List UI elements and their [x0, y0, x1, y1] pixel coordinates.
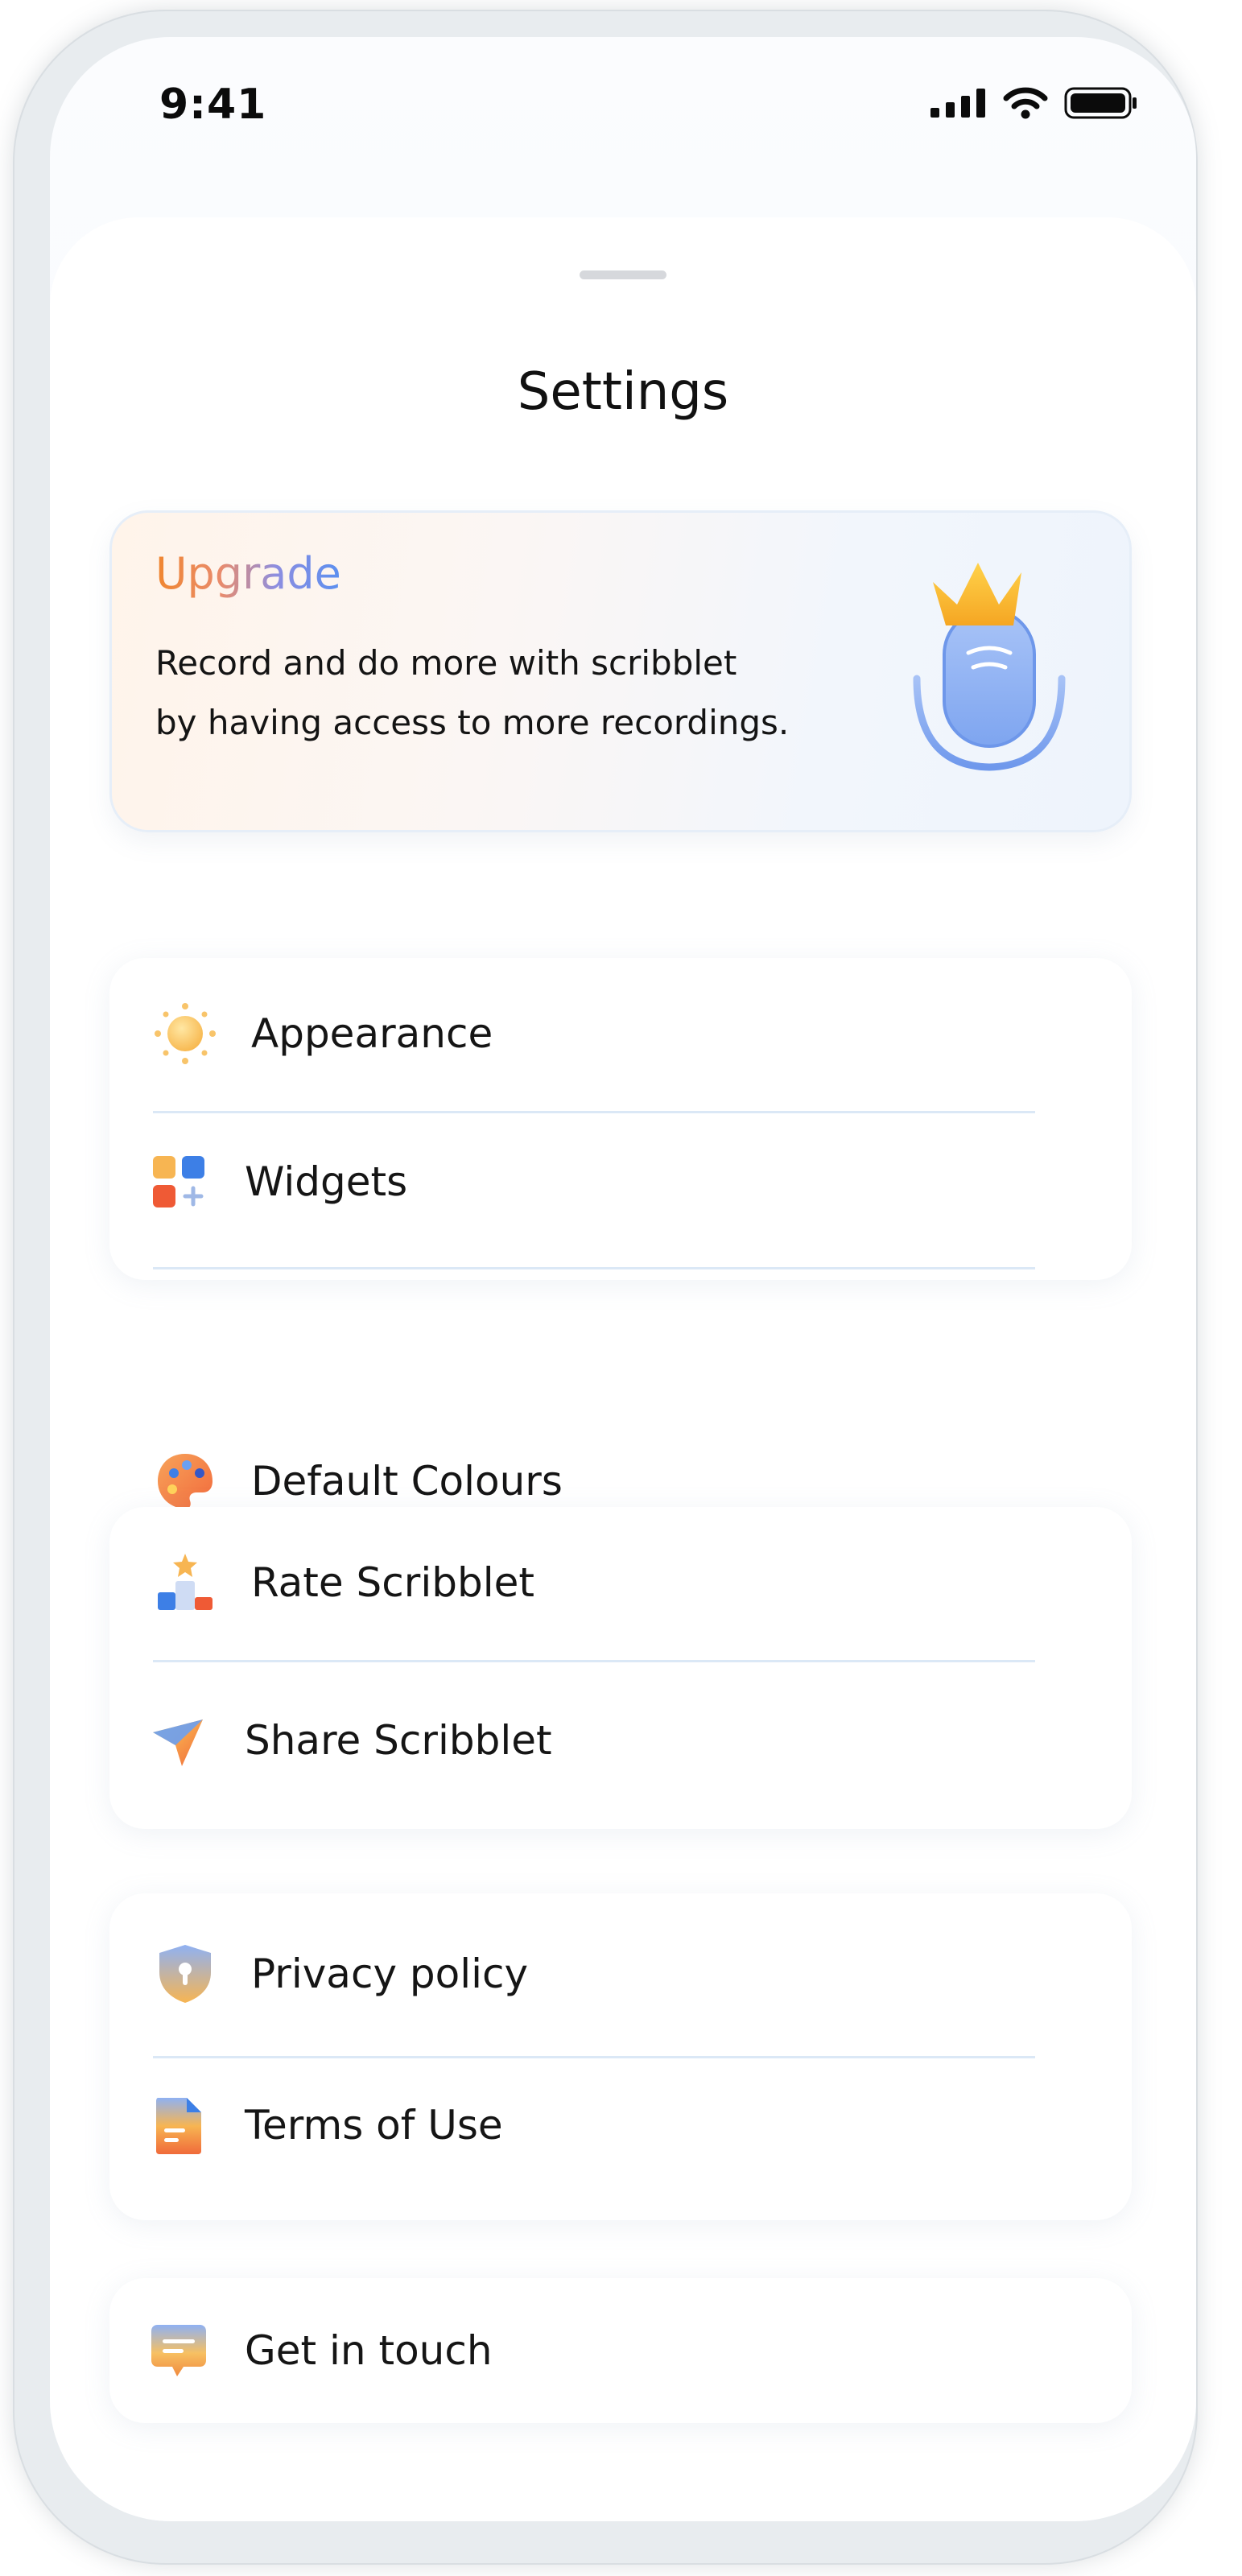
upgrade-description-line: Record and do more with scribblet — [155, 643, 737, 683]
upgrade-card[interactable]: Upgrade Record and do more with scribble… — [109, 510, 1132, 832]
palette-icon — [153, 1449, 217, 1513]
document-icon — [146, 2093, 211, 2157]
phone-screen: 9:41 Settings Upgrade Record and do more… — [50, 37, 1196, 2521]
upgrade-title: Upgrade — [155, 548, 341, 599]
settings-sheet: Settings Upgrade Record and do more with… — [50, 217, 1196, 2521]
settings-row-privacy[interactable]: Privacy policy — [109, 1926, 1132, 2022]
shield-lock-icon — [153, 1942, 217, 2006]
settings-group-legal: Privacy policy Terms of Use — [109, 1893, 1132, 2220]
widgets-icon — [146, 1150, 211, 1214]
chat-bubble-icon — [146, 2318, 211, 2383]
settings-row-label: Terms of Use — [245, 2102, 503, 2149]
status-time: 9:41 — [159, 80, 267, 129]
settings-row-label: Widgets — [245, 1158, 408, 1205]
divider — [153, 1111, 1035, 1113]
settings-row-label: Share Scribblet — [245, 1717, 552, 1764]
sheet-grabber[interactable] — [580, 270, 666, 279]
settings-group-display: Appearance Widgets — [109, 958, 1132, 1280]
signal-icon — [930, 89, 987, 121]
settings-row-label: Get in touch — [245, 2327, 493, 2374]
upgrade-description: Record and do more with scribblet by hav… — [155, 634, 880, 753]
page-title: Settings — [517, 362, 729, 422]
settings-row-label: Rate Scribblet — [251, 1559, 534, 1606]
upgrade-description-line: by having access to more recordings. — [155, 703, 790, 742]
settings-row-appearance[interactable]: Appearance — [109, 985, 1132, 1082]
divider — [153, 1660, 1035, 1662]
divider — [153, 2056, 1035, 2058]
settings-row-label: Appearance — [251, 1010, 493, 1057]
settings-group-contact: Get in touch — [109, 2278, 1132, 2423]
app-stage: 9:41 Settings Upgrade Record and do more… — [0, 0, 1242, 2576]
settings-row-label: Default Colours — [251, 1458, 563, 1505]
battery-icon — [1064, 87, 1138, 122]
sun-icon — [153, 1001, 217, 1066]
settings-group-share: Rate Scribblet Share Scribblet — [109, 1507, 1132, 1829]
podium-star-icon — [153, 1550, 217, 1615]
status-icons — [930, 87, 1138, 122]
crowned-mic-icon — [901, 558, 1078, 783]
wifi-icon — [1003, 87, 1048, 122]
settings-row-rate[interactable]: Rate Scribblet — [109, 1534, 1132, 1631]
settings-row-terms[interactable]: Terms of Use — [103, 2077, 1125, 2174]
settings-row-label: Privacy policy — [251, 1951, 529, 1997]
divider — [153, 1267, 1035, 1269]
settings-row-share[interactable]: Share Scribblet — [103, 1692, 1125, 1789]
paper-plane-icon — [146, 1708, 211, 1773]
settings-row-widgets[interactable]: Widgets — [103, 1133, 1125, 1230]
settings-row-get-in-touch[interactable]: Get in touch — [103, 2302, 1125, 2399]
